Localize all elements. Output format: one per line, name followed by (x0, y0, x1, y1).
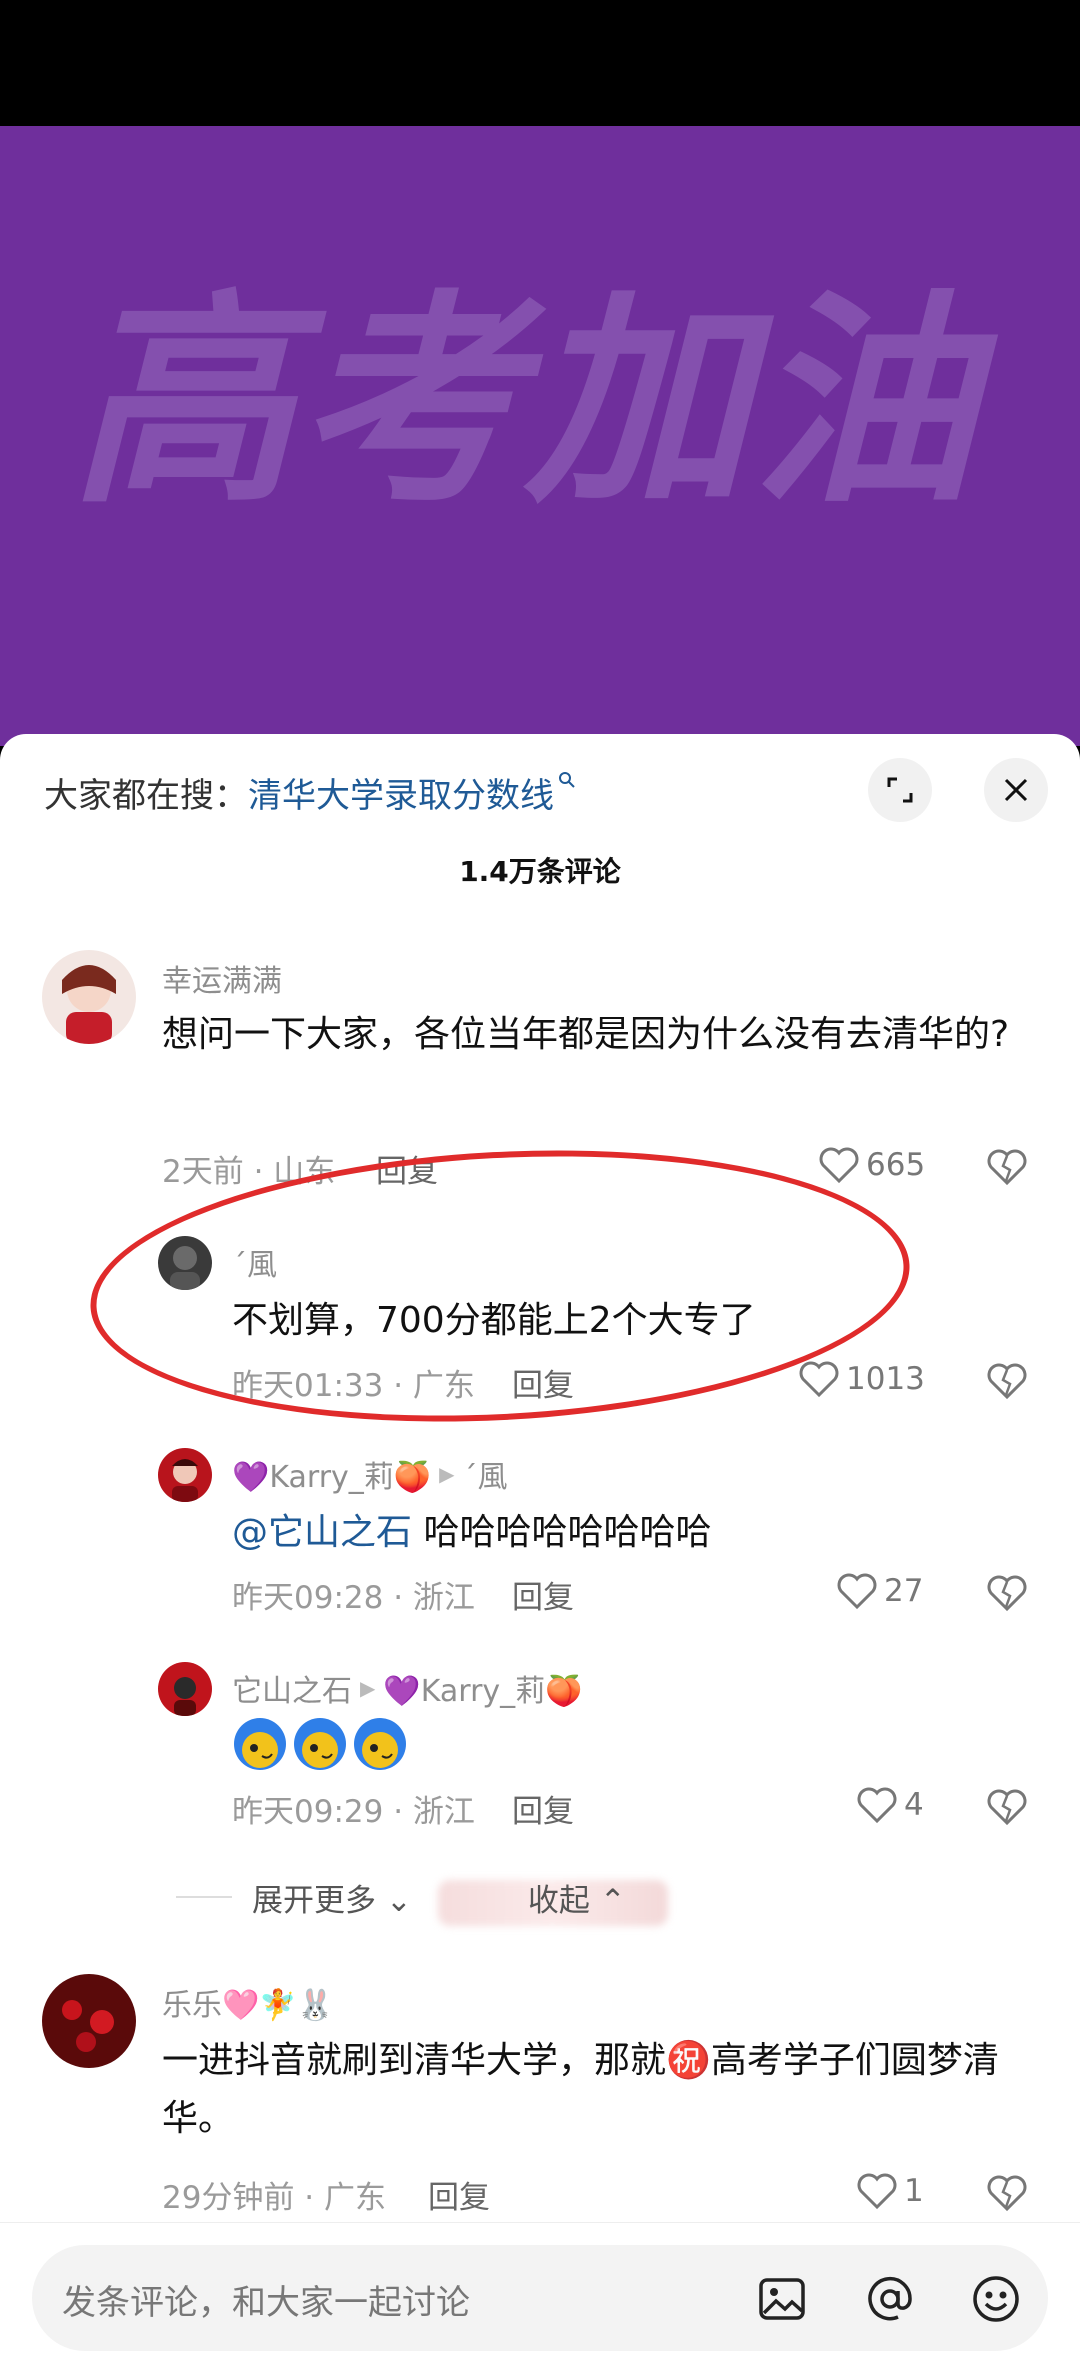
avatar[interactable] (158, 1448, 212, 1502)
like-button[interactable]: 4 (856, 1786, 924, 1824)
chevron-up-icon: ⌃ (599, 1882, 626, 1919)
like-count: 27 (884, 1573, 924, 1609)
comment-text-row: @它山之石 哈哈哈哈哈哈哈哈 (232, 1504, 1012, 1562)
comment-text: 想问一下大家，各位当年都是因为什么没有去清华的? (162, 1014, 1010, 1055)
broken-heart-icon (987, 1575, 1027, 1612)
reply-to-username[interactable]: 💜Karry_莉🍑 (383, 1666, 582, 1710)
emoji-sticker-row (232, 1716, 408, 1772)
expand-more-button[interactable]: 展开更多 ⌄ (252, 1875, 412, 1920)
comment-username-row: 它山之石 ▶ 💜Karry_莉🍑 (232, 1666, 583, 1710)
chevron-down-icon: ⌄ (385, 1882, 412, 1919)
like-count: 665 (866, 1147, 926, 1183)
like-button[interactable]: 1013 (798, 1360, 925, 1398)
expand-icon (887, 777, 913, 803)
comment-meta: 昨天01:33 · 广东 (232, 1368, 475, 1404)
avatar[interactable] (158, 1662, 212, 1716)
comment-username[interactable]: ´風 (232, 1240, 277, 1284)
dislike-button[interactable] (986, 1148, 1028, 1190)
dislike-button[interactable] (986, 1788, 1028, 1830)
reply-arrow-icon: ▶ (439, 1462, 455, 1486)
search-prefix: 大家都在搜： (44, 775, 248, 816)
search-query-link[interactable]: 清华大学录取分数线 (248, 768, 554, 817)
like-button[interactable]: 1 (856, 2172, 924, 2210)
broken-heart-icon (987, 1149, 1027, 1186)
emoji-picker-icon[interactable] (970, 2273, 1022, 2325)
reply-button[interactable]: 回复 (512, 1572, 574, 1617)
comments-count: 1.4万条评论 (459, 855, 621, 888)
banner-title: 高考加油 (70, 272, 978, 534)
comment-input-bar: 发条评论，和大家一起讨论 (0, 2222, 1080, 2370)
collapse-label: 收起 (527, 1882, 590, 1919)
close-icon (1004, 778, 1028, 802)
comment-input-placeholder: 发条评论，和大家一起讨论 (62, 2283, 470, 2323)
heart-icon (857, 1787, 897, 1824)
comment-username-row: 💜Karry_莉🍑 ▶ ´風 (232, 1452, 508, 1496)
emoji-icon (294, 1718, 346, 1770)
like-button[interactable]: 665 (818, 1146, 925, 1184)
comment-username[interactable]: 幸运满满 (162, 956, 282, 1000)
expand-more-label: 展开更多 (252, 1882, 376, 1919)
avatar[interactable] (158, 1236, 212, 1290)
avatar[interactable] (42, 950, 136, 1044)
reply-arrow-icon: ▶ (360, 1676, 376, 1700)
comment-input[interactable]: 发条评论，和大家一起讨论 (32, 2245, 1048, 2351)
broken-heart-icon (987, 1789, 1027, 1826)
status-bar (0, 0, 1080, 126)
comment-meta: 昨天09:28 · 浙江 (232, 1580, 475, 1616)
heart-icon (799, 1361, 839, 1398)
reply-to-username[interactable]: ´風 (463, 1452, 508, 1496)
replies-toggle-row: 展开更多 ⌄ 收起 ⌃ (176, 1872, 626, 1922)
like-count: 1013 (846, 1361, 925, 1397)
video-banner[interactable]: 高考加油 (0, 126, 1080, 746)
dislike-button[interactable] (986, 1362, 1028, 1404)
mention-icon[interactable] (864, 2273, 916, 2325)
comment-meta: 29分钟前 · 广东 (162, 2180, 387, 2216)
like-count: 4 (904, 1787, 924, 1823)
fullscreen-button[interactable] (868, 758, 932, 822)
broken-heart-icon (987, 1363, 1027, 1400)
search-icon (558, 770, 576, 795)
heart-icon (819, 1147, 859, 1184)
emoji-icon (234, 1718, 286, 1770)
image-icon[interactable] (756, 2273, 808, 2325)
comment-text: 哈哈哈哈哈哈哈哈 (412, 1512, 712, 1553)
broken-heart-icon (987, 2175, 1027, 2212)
dislike-button[interactable] (986, 1574, 1028, 1616)
comment-username[interactable]: 它山之石 (232, 1666, 352, 1710)
comment-text: 一进抖音就刷到清华大学，那就㊗️高考学子们圆梦清华。 (162, 2040, 999, 2139)
comment-username[interactable]: 乐乐🩷🧚🐰 (162, 1980, 334, 2024)
comment-text: 不划算，700分都能上2个大专了 (232, 1300, 756, 1341)
dislike-button[interactable] (986, 2174, 1028, 2216)
mention-link[interactable]: @它山之石 (232, 1512, 412, 1553)
divider (176, 1896, 232, 1898)
heart-icon (837, 1573, 877, 1610)
like-count: 1 (904, 2173, 924, 2209)
reply-button[interactable]: 回复 (428, 2172, 490, 2217)
close-button[interactable] (984, 758, 1048, 822)
search-suggestion[interactable]: 大家都在搜： 清华大学录取分数线 (44, 764, 576, 820)
heart-icon (857, 2173, 897, 2210)
comments-sheet: 大家都在搜： 清华大学录取分数线 1.4万条评论 幸运满满 想问一下大家，各位当… (0, 734, 1080, 2370)
comment-meta: 昨天09:29 · 浙江 (232, 1794, 475, 1830)
avatar[interactable] (42, 1974, 136, 2068)
emoji-icon (354, 1718, 406, 1770)
comment-username[interactable]: 💜Karry_莉🍑 (232, 1452, 431, 1496)
collapse-button[interactable]: 收起 ⌃ (528, 1875, 626, 1920)
reply-button[interactable]: 回复 (512, 1360, 574, 1405)
like-button[interactable]: 27 (836, 1572, 923, 1610)
reply-button[interactable]: 回复 (512, 1786, 574, 1831)
